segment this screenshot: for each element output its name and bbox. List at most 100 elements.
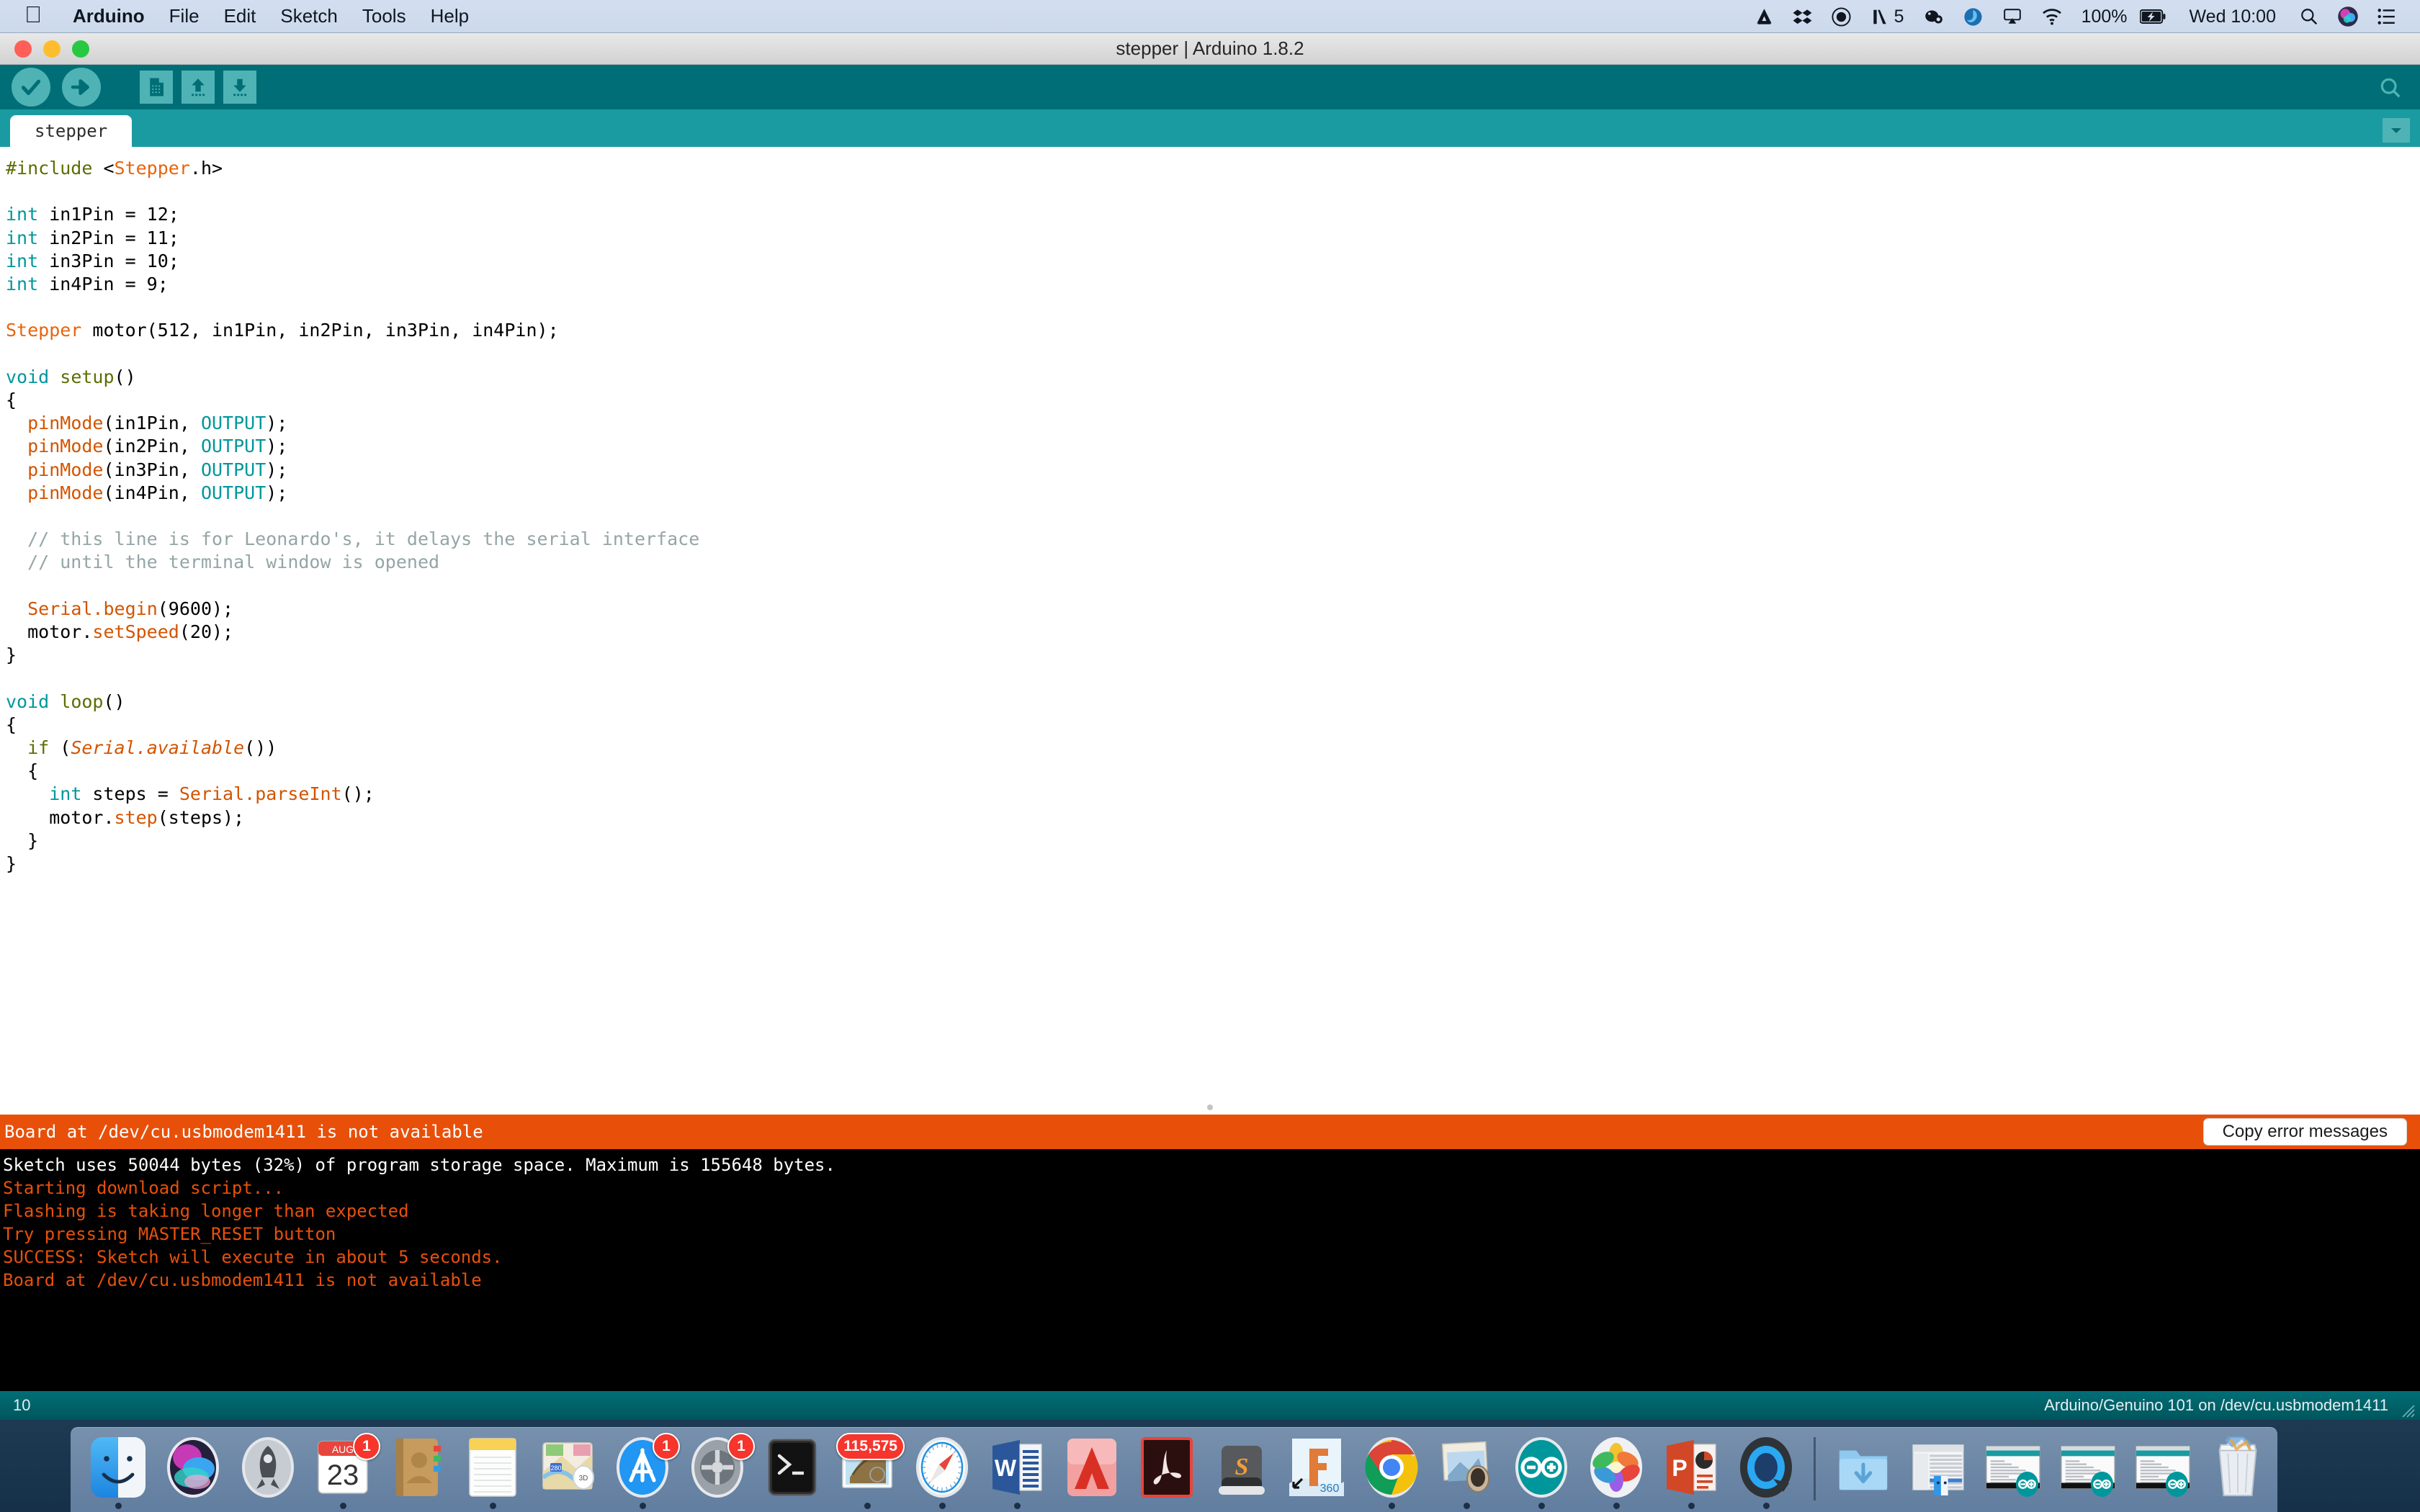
tab-menu-button[interactable] bbox=[2383, 118, 2410, 143]
dock-item-contacts[interactable] bbox=[380, 1428, 455, 1509]
dock-item-app-store[interactable]: 1 bbox=[605, 1428, 680, 1509]
backup-icon[interactable] bbox=[1914, 0, 1953, 33]
preview-icon bbox=[1433, 1434, 1500, 1500]
dock-item-finder-window[interactable] bbox=[1901, 1428, 1976, 1509]
window-resize-grip[interactable] bbox=[2397, 1400, 2416, 1418]
menu-bar-clock[interactable]: Wed 10:00 bbox=[2175, 0, 2290, 33]
window-title: stepper | Arduino 1.8.2 bbox=[0, 37, 2420, 60]
code-token bbox=[49, 366, 60, 387]
code-token: .h> bbox=[190, 158, 223, 179]
search-icon[interactable] bbox=[2290, 0, 2328, 33]
acrobat-icon bbox=[1134, 1434, 1200, 1500]
dock-item-notes[interactable] bbox=[455, 1428, 530, 1509]
menu-item-edit[interactable]: Edit bbox=[212, 5, 269, 27]
code-token: } bbox=[6, 830, 38, 851]
copy-error-messages-button[interactable]: Copy error messages bbox=[2203, 1118, 2407, 1146]
serial-monitor-button[interactable] bbox=[2375, 73, 2404, 102]
dock-item-calendar[interactable]: AUG231 bbox=[305, 1428, 380, 1509]
google-drive-icon[interactable] bbox=[1745, 0, 1783, 33]
dock-item-trash[interactable] bbox=[2200, 1428, 2275, 1509]
code-token: loop bbox=[60, 691, 103, 712]
cloud-sync-icon[interactable] bbox=[1953, 0, 1993, 33]
dock-item-arduino[interactable] bbox=[1504, 1428, 1579, 1509]
dock-item-siri[interactable] bbox=[156, 1428, 230, 1509]
airplay-icon[interactable] bbox=[1993, 0, 2032, 33]
code-line: // until the terminal window is opened bbox=[6, 551, 2420, 574]
word-icon: W bbox=[984, 1434, 1050, 1500]
code-token: int bbox=[6, 251, 38, 271]
open-sketch-button[interactable] bbox=[182, 71, 215, 104]
menu-item-file[interactable]: File bbox=[157, 5, 212, 27]
maps-icon: 2803D bbox=[534, 1434, 601, 1500]
code-token: { bbox=[6, 714, 17, 735]
dock-item-arduino-window-2[interactable] bbox=[2051, 1428, 2125, 1509]
code-token: (steps); bbox=[158, 807, 244, 828]
verify-button[interactable] bbox=[12, 68, 50, 107]
code-editor[interactable]: #include <Stepper.h> int in1Pin = 12;int… bbox=[0, 147, 2420, 1115]
dock-item-system-preferences[interactable]: 1 bbox=[680, 1428, 755, 1509]
window-title-bar[interactable]: stepper | Arduino 1.8.2 bbox=[0, 33, 2420, 65]
apple-icon[interactable]:  bbox=[24, 3, 42, 26]
menu-item-sketch[interactable]: Sketch bbox=[268, 5, 350, 27]
dock-item-powerpoint[interactable]: P bbox=[1654, 1428, 1729, 1509]
dock-item-quicktime[interactable] bbox=[1729, 1428, 1803, 1509]
dock-item-photos[interactable] bbox=[1579, 1428, 1654, 1509]
wifi-icon[interactable] bbox=[2032, 0, 2072, 33]
code-token: int bbox=[49, 783, 81, 804]
code-token: ); bbox=[266, 459, 287, 480]
code-token bbox=[6, 783, 49, 804]
code-token: motor. bbox=[6, 807, 115, 828]
dock-item-terminal[interactable] bbox=[755, 1428, 830, 1509]
dock-item-acrobat[interactable] bbox=[1129, 1428, 1204, 1509]
adobe-creative-cloud-icon[interactable]: 5 bbox=[1861, 0, 1914, 33]
dock-item-maps[interactable]: 2803D bbox=[530, 1428, 605, 1509]
dock-item-word[interactable]: W bbox=[980, 1428, 1054, 1509]
code-token: pinMode bbox=[27, 459, 103, 480]
code-token: setup bbox=[60, 366, 114, 387]
calendar-icon: AUG231 bbox=[310, 1434, 376, 1500]
code-line: int in3Pin = 10; bbox=[6, 250, 2420, 273]
dock-item-arduino-window-3[interactable] bbox=[2125, 1428, 2200, 1509]
code-token: int bbox=[6, 204, 38, 225]
console-output-pane[interactable]: Sketch uses 50044 bytes (32%) of program… bbox=[0, 1149, 2420, 1391]
upload-button[interactable] bbox=[62, 68, 101, 107]
code-token: } bbox=[6, 853, 17, 874]
code-token: OUTPUT bbox=[201, 436, 266, 456]
siri-icon bbox=[160, 1434, 226, 1500]
menu-item-arduino[interactable]: Arduino bbox=[60, 5, 157, 27]
code-token: (in4Pin, bbox=[103, 482, 200, 503]
error-message: Board at /dev/cu.usbmodem1411 is not ava… bbox=[4, 1122, 483, 1142]
dropbox-icon[interactable] bbox=[1783, 0, 1821, 33]
code-line: pinMode(in4Pin, OUTPUT); bbox=[6, 482, 2420, 505]
dock-item-chrome[interactable] bbox=[1354, 1428, 1429, 1509]
selected-board-label: Arduino/Genuino 101 on /dev/cu.usbmodem1… bbox=[2044, 1396, 2388, 1415]
notification-center-icon[interactable] bbox=[2368, 0, 2406, 33]
dock-item-mail[interactable]: 115,575 bbox=[830, 1428, 905, 1509]
save-sketch-button[interactable] bbox=[223, 71, 256, 104]
dock-item-launchpad[interactable] bbox=[230, 1428, 305, 1509]
code-token: void bbox=[6, 691, 49, 712]
dock-item-downloads-folder[interactable] bbox=[1826, 1428, 1901, 1509]
dock-item-sublime-text[interactable]: S bbox=[1204, 1428, 1279, 1509]
new-sketch-button[interactable] bbox=[140, 71, 173, 104]
code-line: void setup() bbox=[6, 366, 2420, 389]
tab-stepper[interactable]: stepper bbox=[10, 115, 132, 147]
cursor-line-number: 10 bbox=[13, 1396, 30, 1415]
time-machine-icon[interactable] bbox=[1821, 0, 1861, 33]
dock-item-safari[interactable] bbox=[905, 1428, 980, 1509]
siri-icon[interactable] bbox=[2328, 0, 2368, 33]
menu-item-tools[interactable]: Tools bbox=[350, 5, 418, 27]
code-line: pinMode(in2Pin, OUTPUT); bbox=[6, 435, 2420, 458]
dock-item-arduino-window-1[interactable] bbox=[1976, 1428, 2051, 1509]
battery-charging-icon[interactable] bbox=[2137, 0, 2175, 33]
menu-item-help[interactable]: Help bbox=[418, 5, 481, 27]
dock-item-preview[interactable] bbox=[1429, 1428, 1504, 1509]
code-line: motor.setSpeed(20); bbox=[6, 621, 2420, 644]
dock-item-autocad[interactable] bbox=[1054, 1428, 1129, 1509]
code-token: } bbox=[6, 644, 17, 665]
dock-item-finder[interactable] bbox=[81, 1428, 156, 1509]
source-code[interactable]: #include <Stepper.h> int in1Pin = 12;int… bbox=[6, 157, 2420, 876]
dock-item-fusion-360[interactable]: 360 bbox=[1279, 1428, 1354, 1509]
dock-separator bbox=[1814, 1437, 1816, 1500]
console-resizer-handle[interactable] bbox=[0, 1100, 2420, 1115]
